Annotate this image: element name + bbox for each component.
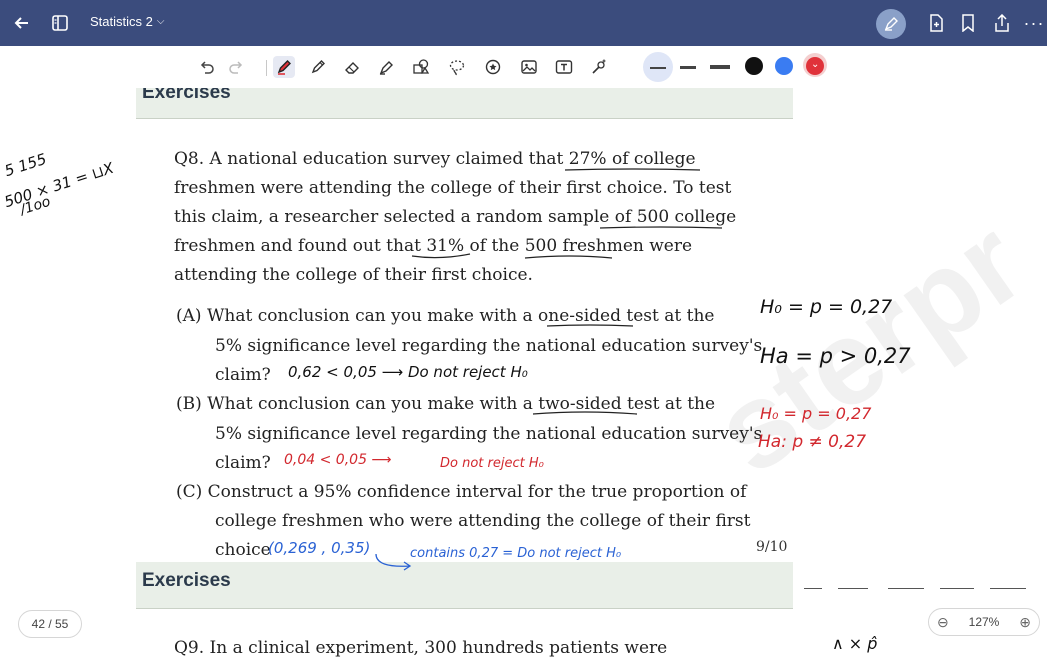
part-c-line-3: choice: [215, 540, 271, 560]
color-red[interactable]: ⌄: [806, 57, 824, 75]
note-h0-black: H₀ = p = 0,27: [760, 296, 893, 318]
color-blue[interactable]: [775, 57, 793, 75]
part-a-line-2: 5% significance level regarding the nati…: [215, 336, 763, 356]
zoom-out-icon[interactable]: ⊖: [937, 614, 949, 631]
ink-dash: [990, 588, 1026, 589]
section-band-bottom: [136, 562, 793, 609]
note-ha-black: Ha = p > 0,27: [760, 344, 911, 368]
annotation-toolbar: [0, 46, 1047, 88]
section-title-bottom: Exercises: [142, 570, 231, 591]
sidebar-icon[interactable]: [46, 9, 74, 37]
ink-dash: [940, 588, 974, 589]
stroke-thick[interactable]: [710, 65, 730, 69]
zoom-control: ⊖ 127% ⊕: [928, 608, 1040, 636]
zoom-level[interactable]: 127%: [969, 615, 1000, 629]
pencil-icon[interactable]: [307, 56, 329, 78]
pen-settings-icon[interactable]: [876, 9, 906, 39]
document-page[interactable]: sterpr Exercises Q8. A national educatio…: [0, 88, 1047, 659]
part-a-line-3: claim?: [215, 365, 271, 385]
part-b-line-2: 5% significance level regarding the nati…: [215, 424, 763, 444]
toolbar-separator: [266, 60, 267, 76]
pen-icon[interactable]: [273, 56, 295, 78]
ink-dash: [804, 588, 822, 589]
add-page-icon[interactable]: [922, 9, 950, 37]
color-black[interactable]: [745, 57, 763, 75]
part-c-line-1: (C) Construct a 95% confidence interval …: [176, 482, 747, 502]
part-b-line-1: (B) What conclusion can you make with a …: [176, 394, 716, 414]
q9-line-1: Q9. In a clinical experiment, 300 hundre…: [174, 638, 668, 658]
note-h0-red: H₀ = p = 0,27: [760, 404, 872, 423]
highlighter-icon[interactable]: [375, 56, 397, 78]
chevron-down-icon: ⌵: [156, 16, 165, 27]
stroke-medium[interactable]: [680, 66, 696, 69]
eraser-icon[interactable]: [341, 56, 363, 78]
more-icon[interactable]: ···: [1020, 9, 1047, 37]
undo-icon[interactable]: [195, 56, 217, 78]
note-answer-a: 0,62 < 0,05 ⟶ Do not reject H₀: [288, 363, 528, 381]
page-number-label: 9/10: [756, 539, 788, 555]
share-icon[interactable]: [988, 9, 1016, 37]
stroke-thin: [650, 67, 666, 69]
back-arrow-icon[interactable]: [8, 9, 36, 37]
shapes-icon[interactable]: [410, 56, 432, 78]
part-c-line-2: college freshmen who were attending the …: [215, 511, 751, 531]
magic-icon[interactable]: [588, 56, 610, 78]
note-ha-red: Ha: p ≠ 0,27: [758, 432, 867, 452]
note-answer-c-text: contains 0,27 = Do not reject H₀: [410, 546, 622, 561]
page-indicator[interactable]: 42 / 55: [18, 610, 82, 638]
document-title-text: Statistics 2: [90, 14, 153, 29]
redo-icon[interactable]: [226, 56, 248, 78]
note-arrow-c: [375, 553, 412, 571]
note-answer-b-value: 0,04 < 0,05 ⟶: [284, 452, 392, 468]
ink-dash: [838, 588, 868, 589]
note-bottom-marks: ∧ × p̂: [832, 634, 878, 653]
note-answer-c-interval: (0,269 , 0,35): [268, 539, 371, 557]
document-title[interactable]: Statistics 2 ⌵: [90, 14, 164, 29]
bookmark-icon[interactable]: [954, 9, 982, 37]
app-header: Statistics 2 ⌵ ···: [0, 0, 1047, 46]
text-icon[interactable]: [553, 56, 575, 78]
sticker-icon[interactable]: [482, 56, 504, 78]
zoom-in-icon[interactable]: ⊕: [1019, 614, 1031, 631]
ink-dash: [888, 588, 924, 589]
image-icon[interactable]: [518, 56, 540, 78]
note-answer-b-text: Do not reject H₀: [440, 456, 544, 471]
part-a-line-1: (A) What conclusion can you make with a …: [176, 306, 715, 326]
chevron-down-icon: ⌄: [811, 59, 820, 70]
part-b-line-3: claim?: [215, 453, 271, 473]
page-indicator-text: 42 / 55: [31, 617, 69, 631]
lasso-icon[interactable]: [446, 56, 468, 78]
